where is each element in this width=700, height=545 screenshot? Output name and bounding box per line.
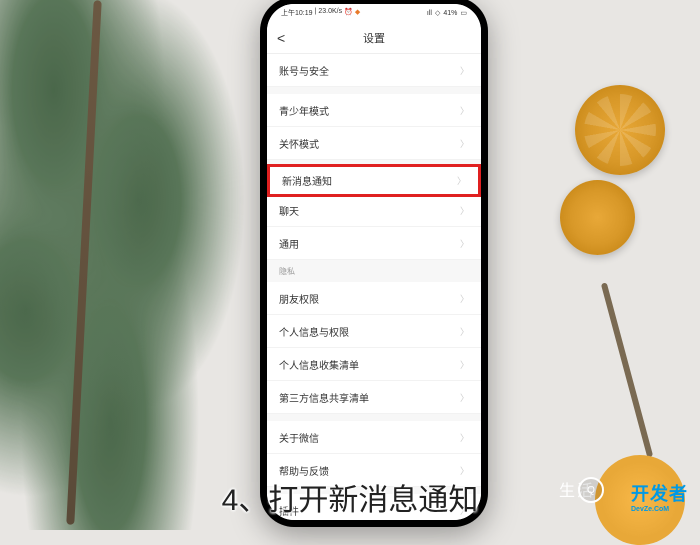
- chevron-right-icon: 〉: [460, 204, 469, 217]
- status-bar: 上午10:19 | 23.0K/s ⏰ ◆ ıll ◇ 41% ▭: [267, 4, 481, 22]
- battery-percent: 41%: [443, 10, 457, 17]
- status-speed: 23.0K/s: [318, 8, 342, 18]
- item-label: 关于微信: [279, 430, 319, 445]
- chevron-left-icon: <: [277, 30, 285, 46]
- page-title: 设置: [267, 30, 481, 46]
- notification-icon: ◆: [355, 8, 360, 18]
- decoration-citrus-slice-2: [560, 180, 635, 255]
- watermark-url: DevZe.CoM: [631, 506, 688, 513]
- phone-frame: 上午10:19 | 23.0K/s ⏰ ◆ ıll ◇ 41% ▭ < 设置 账…: [260, 0, 488, 527]
- settings-item-friend-permissions[interactable]: 朋友权限 〉: [267, 282, 481, 315]
- settings-item-personal-info-collection[interactable]: 个人信息收集清单 〉: [267, 348, 481, 381]
- alarm-icon: ⏰: [344, 8, 353, 18]
- watermark-brand: 开发者 DevZe.CoM: [631, 480, 688, 513]
- chevron-right-icon: 〉: [460, 358, 469, 371]
- decoration-leaves: [0, 0, 250, 530]
- item-label: 个人信息收集清单: [279, 357, 359, 372]
- chevron-right-icon: 〉: [460, 137, 469, 150]
- settings-item-about-wechat[interactable]: 关于微信 〉: [267, 421, 481, 454]
- phone-screen: 上午10:19 | 23.0K/s ⏰ ◆ ıll ◇ 41% ▭ < 设置 账…: [267, 4, 481, 520]
- chevron-right-icon: 〉: [460, 237, 469, 250]
- item-label: 聊天: [279, 203, 299, 218]
- chevron-right-icon: 〉: [460, 431, 469, 444]
- item-label: 个人信息与权限: [279, 324, 349, 339]
- settings-item-chat[interactable]: 聊天 〉: [267, 194, 481, 227]
- battery-icon: ▭: [460, 9, 467, 17]
- section-gap: [267, 87, 481, 94]
- back-button[interactable]: <: [277, 30, 285, 46]
- watermark-brand-text: 开发者: [631, 484, 688, 504]
- section-label-privacy: 隐私: [267, 260, 481, 282]
- chevron-right-icon: 〉: [460, 325, 469, 338]
- chevron-right-icon: 〉: [460, 104, 469, 117]
- settings-item-new-message-notification[interactable]: 新消息通知 〉: [267, 164, 481, 197]
- item-label: 账号与安全: [279, 63, 329, 78]
- page-header: < 设置: [267, 22, 481, 54]
- item-label: 通用: [279, 236, 299, 251]
- watermark-search-icon: Q: [578, 477, 604, 503]
- settings-item-third-party-sharing[interactable]: 第三方信息共享清单 〉: [267, 381, 481, 414]
- settings-item-youth-mode[interactable]: 青少年模式 〉: [267, 94, 481, 127]
- item-label: 新消息通知: [282, 173, 332, 188]
- chevron-right-icon: 〉: [460, 64, 469, 77]
- item-label: 朋友权限: [279, 291, 319, 306]
- item-label: 关怀模式: [279, 136, 319, 151]
- decoration-citrus-slice-1: [575, 85, 665, 175]
- settings-item-personal-info-permissions[interactable]: 个人信息与权限 〉: [267, 315, 481, 348]
- status-time: 上午10:19: [281, 8, 313, 18]
- chevron-right-icon: 〉: [460, 292, 469, 305]
- settings-item-account-security[interactable]: 账号与安全 〉: [267, 54, 481, 87]
- settings-item-general[interactable]: 通用 〉: [267, 227, 481, 260]
- signal-icon: ıll: [427, 10, 432, 17]
- wifi-icon: ◇: [435, 9, 440, 17]
- section-gap: [267, 414, 481, 421]
- chevron-right-icon: 〉: [457, 174, 466, 187]
- item-label: 青少年模式: [279, 103, 329, 118]
- decoration-twig: [601, 282, 653, 457]
- item-label: 第三方信息共享清单: [279, 390, 369, 405]
- settings-item-care-mode[interactable]: 关怀模式 〉: [267, 127, 481, 160]
- chevron-right-icon: 〉: [460, 391, 469, 404]
